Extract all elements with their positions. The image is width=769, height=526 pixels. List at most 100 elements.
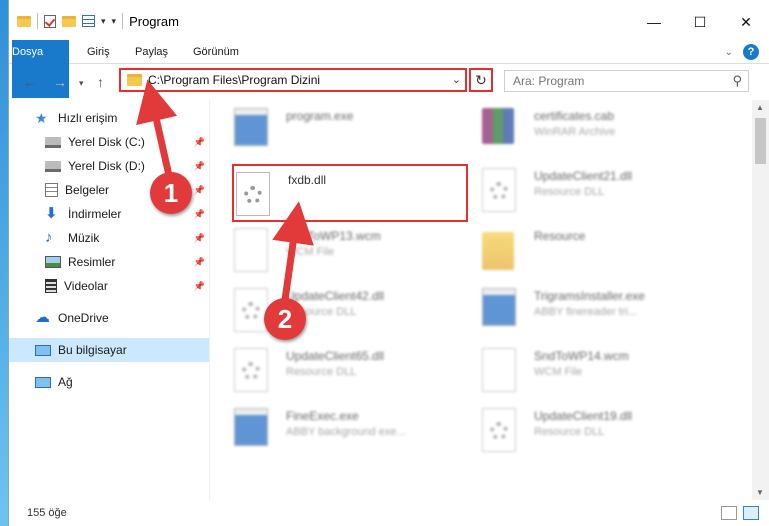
file-name: UpdateClient19.dll (534, 409, 633, 423)
scrollbar-thumb[interactable] (755, 118, 766, 164)
file-name: UpdateClient21.dll (534, 169, 633, 183)
nav-onedrive[interactable]: ☁ OneDrive (9, 306, 209, 330)
search-box[interactable]: ⚲ (504, 70, 749, 92)
search-icon: ⚲ (732, 73, 742, 88)
window-title: Program (129, 13, 179, 29)
help-icon[interactable]: ? (743, 44, 759, 60)
nav-label: OneDrive (58, 311, 109, 325)
file-type: Resource DLL (534, 426, 605, 438)
scroll-up-icon[interactable]: ▲ (756, 103, 764, 112)
list-item[interactable]: UpdateClient19.dll Resource DLL (480, 402, 712, 460)
scroll-down-icon[interactable]: ▼ (756, 488, 764, 497)
list-item[interactable]: certificates.cab WinRAR Archive (480, 102, 712, 160)
document-icon (482, 348, 524, 394)
list-item[interactable]: program.exe (232, 102, 464, 160)
dll-icon (482, 168, 524, 214)
pin-icon[interactable]: 📌 (194, 257, 205, 268)
file-name: program.exe (286, 109, 354, 123)
nav-label: Belgeler (65, 183, 110, 197)
tab-home[interactable]: Giriş (77, 40, 120, 64)
customize-qat-icon[interactable]: ▾ (112, 16, 117, 27)
nav-pictures[interactable]: Resimler 📌 (9, 250, 209, 274)
exe-icon (482, 288, 524, 334)
address-bar[interactable]: C:\Program Files\Program Dizini ⌄ (119, 68, 467, 92)
divider (37, 13, 38, 29)
nav-label: Videolar (64, 279, 108, 293)
documents-icon (45, 183, 58, 197)
list-item[interactable]: SndToWP14.wcm WCM File (480, 342, 712, 400)
folder-icon (127, 74, 142, 86)
up-arrow-icon[interactable]: ↑ (97, 74, 104, 90)
search-input[interactable] (513, 74, 713, 88)
vertical-scrollbar[interactable]: ▲ ▼ (752, 100, 769, 500)
drive-icon (45, 136, 61, 148)
list-item[interactable]: TrigramsInstaller.exe ABBY finereader tr… (480, 282, 712, 340)
list-item[interactable]: SndToWP13.wcm WCM File (232, 222, 464, 280)
exe-icon (234, 408, 276, 454)
nav-quick-access[interactable]: ★ Hızlı erişim (9, 106, 209, 130)
large-icons-view-icon[interactable] (743, 506, 759, 520)
details-view-icon[interactable] (721, 506, 737, 520)
folder-icon (17, 15, 31, 27)
status-bar: 155 öğe (9, 500, 769, 526)
list-item-selected[interactable]: fxdb.dll (232, 164, 468, 222)
nav-videos[interactable]: Videolar 📌 (9, 274, 209, 298)
file-type: ABBY background exe... (286, 426, 406, 438)
nav-label: Hızlı erişim (58, 111, 118, 125)
dll-icon (482, 408, 524, 454)
nav-label: Bu bilgisayar (58, 343, 127, 357)
content-area: ★ Hızlı erişim Yerel Disk (C:) 📌 Yerel D… (9, 100, 769, 500)
pin-icon[interactable]: 📌 (194, 209, 205, 220)
window-controls: — ☐ ✕ (631, 0, 769, 44)
nav-label: Resimler (68, 255, 116, 269)
pin-icon[interactable]: 📌 (194, 137, 205, 148)
list-item[interactable]: Resource (480, 222, 712, 280)
forward-arrow-icon[interactable]: → (53, 74, 67, 90)
exe-icon (234, 108, 276, 154)
new-folder-icon[interactable] (62, 15, 76, 27)
nav-label: İndirmeler (68, 207, 122, 221)
pin-icon[interactable]: 📌 (194, 185, 205, 196)
folder-icon (482, 228, 524, 274)
star-icon: ★ (35, 110, 48, 126)
nav-label: Yerel Disk (C:) (68, 135, 145, 149)
chevron-down-icon[interactable]: ⌄ (452, 73, 461, 86)
maximize-button[interactable]: ☐ (677, 0, 723, 44)
recent-locations-icon[interactable]: ▾ (79, 78, 84, 89)
file-name: TrigramsInstaller.exe (534, 289, 645, 303)
list-item[interactable]: UpdateClient21.dll Resource DLL (480, 162, 712, 220)
nav-label: Yerel Disk (D:) (68, 159, 145, 173)
tab-view[interactable]: Görünüm (183, 40, 249, 64)
pin-icon[interactable]: 📌 (194, 281, 205, 292)
file-type: Resource DLL (534, 186, 605, 198)
file-name: FineExec.exe (286, 409, 359, 423)
close-button[interactable]: ✕ (723, 0, 769, 44)
pin-icon[interactable]: 📌 (194, 161, 205, 172)
refresh-button[interactable]: ↻ (469, 68, 493, 92)
properties-check-icon[interactable] (44, 14, 56, 28)
file-type: WCM File (534, 366, 583, 378)
list-item[interactable]: UpdateClient65.dll Resource DLL (232, 342, 464, 400)
tab-share[interactable]: Paylaş (125, 40, 178, 64)
file-name: fxdb.dll (288, 173, 327, 187)
expand-ribbon-icon[interactable]: ⌄ (725, 47, 733, 58)
network-icon (35, 376, 51, 388)
navigation-pane: ★ Hızlı erişim Yerel Disk (C:) 📌 Yerel D… (9, 100, 209, 500)
file-name: SndToWP13.wcm (286, 229, 381, 243)
archive-icon (482, 108, 524, 154)
file-type: WinRAR Archive (534, 126, 616, 138)
file-name: UpdateClient42.dll (286, 289, 385, 303)
pin-icon[interactable]: 📌 (194, 233, 205, 244)
nav-music[interactable]: ♪ Müzik 📌 (9, 226, 209, 250)
divider (122, 13, 124, 29)
list-item[interactable]: FineExec.exe ABBY background exe... (232, 402, 464, 460)
nav-this-pc[interactable]: Bu bilgisayar (9, 338, 209, 362)
minimize-button[interactable]: — (631, 0, 677, 44)
properties-icon[interactable] (82, 15, 95, 27)
back-arrow-icon[interactable]: ← (23, 74, 37, 90)
nav-network[interactable]: Ağ (9, 370, 209, 394)
cloud-icon: ☁ (35, 309, 50, 326)
chevron-down-icon[interactable]: ▾ (101, 16, 106, 27)
nav-local-disk-c[interactable]: Yerel Disk (C:) 📌 (9, 130, 209, 154)
file-name: Resource (534, 229, 586, 243)
